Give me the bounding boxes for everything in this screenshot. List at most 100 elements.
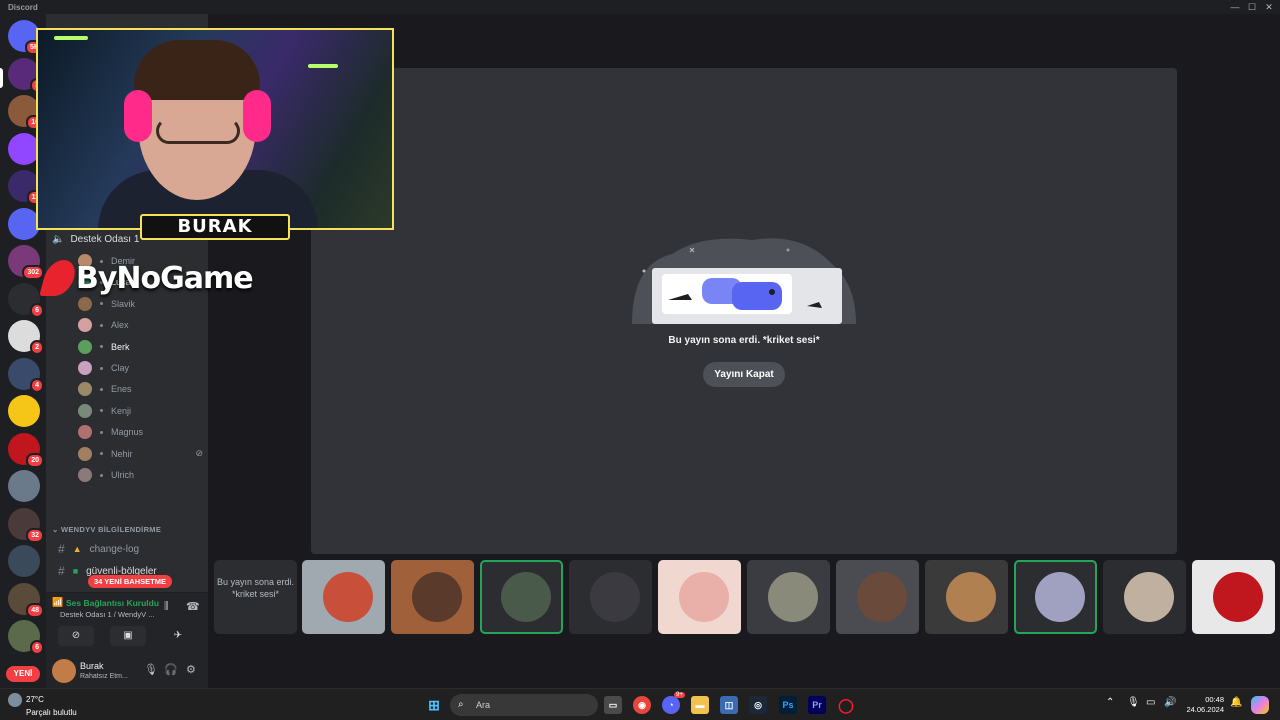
server-icon[interactable]: 6 (8, 282, 44, 318)
maximize-button[interactable]: ☐ (1245, 1, 1259, 13)
streamer-nameplate: BURAK (140, 214, 290, 240)
taskbar-search[interactable]: ⌕ Ara (450, 694, 598, 716)
rocket-icon: ✈ (173, 630, 183, 641)
mention-badge: 6 (30, 640, 44, 655)
minimize-button[interactable]: — (1228, 1, 1242, 13)
participant-tile[interactable] (925, 560, 1008, 634)
tray-microphone-icon[interactable]: 🎙 (1127, 697, 1140, 708)
server-icon[interactable]: 302 (8, 245, 44, 280)
member-name: Nehir (111, 448, 133, 459)
username[interactable]: Burak (80, 661, 104, 671)
chrome-icon[interactable]: ◉ (633, 696, 651, 714)
close-stream-button[interactable]: Yayını Kapat (703, 362, 785, 387)
server-icon[interactable] (8, 470, 40, 502)
avatar[interactable] (52, 659, 76, 683)
member-name: Slavik (111, 298, 136, 309)
server-icon[interactable]: 2 (8, 320, 44, 355)
voice-channel-name: Destek Odası 1 (70, 233, 140, 245)
cloud-icon (8, 693, 22, 707)
voice-member[interactable]: Nehir ⊘ (78, 445, 203, 463)
noise-suppression-icon[interactable]: ⫼ (164, 601, 169, 612)
voice-connection-status[interactable]: Ses Bağlantısı Kuruldu (66, 598, 159, 608)
new-unreads-badge[interactable]: YENİ (6, 666, 40, 682)
screen-share-button[interactable]: ▣ (110, 626, 146, 646)
participant-tile[interactable] (480, 560, 563, 634)
category-name: WENDYV BİLGİLENDİRME (60, 525, 162, 534)
voice-connection-channel[interactable]: Destek Odası 1 / WendyV ... (60, 610, 155, 619)
opera-icon[interactable]: ◯ (837, 696, 855, 714)
title-bar: Discord — ☐ ✕ (0, 0, 1280, 14)
avatar (78, 296, 92, 311)
voice-member[interactable]: Berk (78, 338, 203, 356)
server-icon[interactable] (8, 545, 40, 577)
participant-tile[interactable] (747, 560, 830, 634)
network-icon[interactable]: ▭ (1146, 697, 1155, 708)
volume-icon[interactable]: 🔊 (1164, 697, 1176, 708)
speaker-icon: 🔈 (52, 233, 65, 245)
member-dot (100, 409, 103, 413)
task-view-icon[interactable]: ▭ (604, 696, 622, 714)
category-title[interactable]: ⌄ WENDYV BİLGİLENDİRME (52, 525, 161, 534)
camera-off-button[interactable]: ⊘ (58, 626, 94, 646)
clock-date: 24.06.2024 (1186, 705, 1224, 714)
mention-badge: 6 (30, 302, 44, 318)
discord-icon[interactable]: ◔ (662, 696, 680, 714)
microphone-icon[interactable]: 🎙 (144, 663, 158, 676)
server-icon[interactable]: 4 (8, 357, 44, 393)
mention-badge: 48 (26, 602, 44, 618)
participant-tile[interactable] (1103, 560, 1186, 634)
avatar (78, 403, 92, 418)
voice-member[interactable]: Kenji (78, 402, 203, 420)
server-icon[interactable]: 32 (8, 507, 44, 543)
file-explorer-icon[interactable]: ▬ (691, 696, 709, 714)
discord-notification-badge: 9+ (674, 692, 685, 698)
brand-logo-text: ByNoGame (76, 260, 254, 296)
channel-change-log[interactable]: # ▲ change-log (58, 541, 139, 557)
store-icon[interactable]: ◫ (720, 696, 738, 714)
participant-tile[interactable] (1014, 560, 1097, 634)
copilot-icon[interactable] (1251, 696, 1269, 714)
voice-member[interactable]: Alex (78, 316, 203, 334)
settings-gear-icon[interactable]: ⚙ (186, 663, 196, 676)
search-icon: ⌕ (458, 699, 464, 710)
avatar (1213, 572, 1263, 622)
show-hidden-icons[interactable]: ⌃ (1106, 697, 1114, 708)
mention-badge: 2 (30, 340, 44, 355)
avatar (78, 339, 92, 354)
new-mentions-badge[interactable]: 34 YENİ BAHSETME (88, 575, 172, 588)
participant-tile[interactable] (302, 560, 385, 634)
participant-tile[interactable] (391, 560, 474, 634)
photoshop-icon[interactable]: Ps (779, 696, 797, 714)
notifications-bell-icon[interactable]: 🔔 (1230, 697, 1242, 708)
voice-member[interactable]: Enes (78, 380, 203, 398)
server-icon[interactable]: 48 (8, 582, 44, 618)
streamer-hair (134, 40, 260, 100)
voice-member[interactable]: Clay (78, 359, 203, 377)
activities-button[interactable]: ✈ (160, 626, 196, 646)
close-window-button[interactable]: ✕ (1262, 1, 1276, 13)
screen-share-icon: ▣ (123, 630, 133, 641)
voice-member[interactable]: Magnus (78, 423, 203, 441)
server-icon[interactable]: 20 (8, 432, 44, 468)
participant-tile[interactable] (658, 560, 741, 634)
server-icon[interactable]: 6 (8, 620, 44, 655)
ended-stream-thumbnail[interactable]: Bu yayın sona erdi. *kriket sesi* (214, 560, 297, 634)
avatar (1124, 572, 1174, 622)
participant-tile[interactable] (836, 560, 919, 634)
member-dot (100, 473, 103, 477)
voice-status-panel: 📶 Ses Bağlantısı Kuruldu Destek Odası 1 … (46, 592, 208, 654)
muted-icon: ⊘ (195, 448, 203, 459)
weather-widget[interactable]: 27°C Parçalı bulutlu (8, 693, 77, 718)
server-icon[interactable] (8, 395, 40, 427)
premiere-icon[interactable]: Pr (808, 696, 826, 714)
start-windows-icon[interactable]: ⊞ (425, 696, 443, 714)
rules-icon: ■ (72, 566, 79, 576)
voice-member[interactable]: Ulrich (78, 466, 203, 484)
steam-icon[interactable]: ◎ (749, 696, 767, 714)
disconnect-icon[interactable]: ☎ (186, 600, 200, 613)
app-title: Discord (8, 3, 38, 12)
participant-tile[interactable] (1192, 560, 1275, 634)
participant-tile[interactable] (569, 560, 652, 634)
system-clock[interactable]: 00:48 24.06.2024 (1182, 695, 1224, 715)
headphones-icon[interactable]: 🎧 (164, 663, 178, 676)
